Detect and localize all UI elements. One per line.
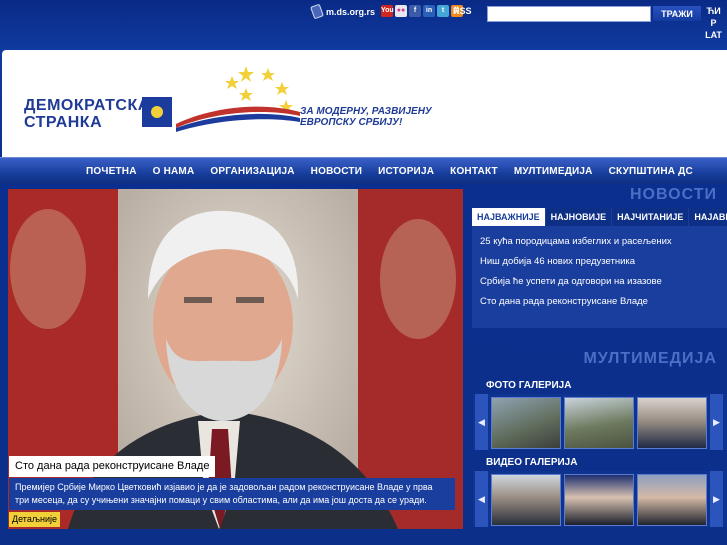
- mobile-site-label: m.ds.org.rs: [326, 6, 376, 17]
- news-tab[interactable]: НАЈНОВИЈЕ: [545, 208, 612, 226]
- nav-item[interactable]: О НАМА: [145, 166, 203, 177]
- news-tab[interactable]: НАЈВАЖНИЈЕ: [472, 208, 545, 226]
- nav-item[interactable]: СКУПШТИНА ДС: [601, 166, 701, 177]
- search-button[interactable]: ТРАЖИ: [653, 6, 701, 21]
- rss-link[interactable]: RSS: [453, 6, 472, 16]
- news-item[interactable]: Србија ће успети да одговори на изазове: [480, 272, 727, 292]
- feature-summary: Премијер Србије Мирко Цветковић изјавио …: [9, 478, 455, 510]
- feature-title[interactable]: Сто дана рада реконструисане Владе: [9, 456, 216, 477]
- logo-line-2: СТРАНКА: [24, 114, 103, 131]
- video-gallery-label[interactable]: ВИДЕО ГАЛЕРИЈА: [486, 457, 577, 468]
- top-bar: m.ds.org.rs You ●● f in t)) RSS ТРАЖИ ЋИ Р L…: [0, 0, 727, 50]
- twitter-icon[interactable]: t: [437, 5, 449, 17]
- photo-thumb[interactable]: [564, 397, 634, 449]
- party-logo[interactable]: ДЕМОКРАТСКА СТРАНКА: [24, 97, 150, 131]
- nav-items: ПОЧЕТНА О НАМА ОРГАНИЗАЦИЈА НОВОСТИ ИСТОРИЈА…: [78, 158, 701, 185]
- photo-gallery-label[interactable]: ФОТО ГАЛЕРИЈА: [486, 380, 571, 391]
- video-thumb[interactable]: [637, 474, 707, 526]
- news-box: НАЈВАЖНИЈЕНАЈНОВИЈЕНАЈЧИТАНИЈЕНАЈАВЕ 25 …: [472, 208, 727, 328]
- nav-item[interactable]: ОРГАНИЗАЦИЈА: [202, 166, 302, 177]
- photo-next-button[interactable]: ▶: [710, 394, 723, 450]
- youtube-icon[interactable]: You: [381, 5, 394, 17]
- right-column: НОВОСТИ НАЈВАЖНИЈЕ НАЈНОВИЈЕ НАЈЧИТАНИЈЕ НА…: [470, 184, 727, 545]
- lang-latin-link[interactable]: LAT: [700, 29, 727, 41]
- site-header: ДЕМОКРАТСКА СТРАНКА ЗА МОДЕРНУ, РАЗВИЈЕН…: [2, 50, 727, 157]
- video-prev-button[interactable]: ◀: [475, 471, 488, 527]
- video-thumb[interactable]: [491, 474, 561, 526]
- news-list: 25 кућа породицама избеглих и расељених Н…: [472, 226, 727, 312]
- mobile-site-link[interactable]: m.ds.org.rs: [310, 3, 376, 20]
- slogan-line-1: ЗА МОДЕРНУ, РАЗВИЈЕНУ: [300, 106, 432, 117]
- nav-item[interactable]: ПОЧЕТНА: [78, 166, 145, 177]
- lang-cyrillic-link[interactable]: ЋИ: [700, 5, 727, 17]
- search-input[interactable]: [487, 6, 651, 22]
- multimedia-section-title: МУЛТИМЕДИЈА: [583, 350, 717, 367]
- slogan: ЗА МОДЕРНУ, РАЗВИЈЕНУ ЕВРОПСКУ СРБИЈУ!: [300, 106, 432, 128]
- news-tab[interactable]: НАЈЧИТАНИЈЕ: [612, 208, 689, 226]
- photo-prev-button[interactable]: ◀: [475, 394, 488, 450]
- facebook-icon[interactable]: f: [409, 5, 421, 17]
- lang-cyrillic-link-part[interactable]: Р: [700, 17, 727, 29]
- news-section-title: НОВОСТИ: [629, 186, 717, 203]
- main-nav: ПОЧЕТНА О НАМА ОРГАНИЗАЦИЈА НОВОСТИ ИСТОРИЈА…: [0, 157, 727, 184]
- photo-thumb[interactable]: [637, 397, 707, 449]
- nav-item[interactable]: ИСТОРИЈА: [370, 166, 442, 177]
- mobile-phone-icon: [310, 3, 324, 20]
- news-item[interactable]: Сто дана рада реконструисане Владе: [480, 292, 727, 312]
- news-tabs: НАЈВАЖНИЈЕНАЈНОВИЈЕНАЈЧИТАНИЈЕНАЈАВЕ: [472, 208, 727, 226]
- flickr-icon[interactable]: ●●: [395, 5, 407, 17]
- video-gallery: ◀ ▶: [473, 471, 727, 527]
- nav-item[interactable]: КОНТАКТ: [442, 166, 506, 177]
- photo-gallery: ◀ ▶: [473, 394, 727, 450]
- video-thumb[interactable]: [564, 474, 634, 526]
- news-tab[interactable]: НАЈАВЕ: [689, 208, 727, 226]
- news-item[interactable]: Ниш добија 46 нових предузетника: [480, 252, 727, 272]
- stars-swoosh-icon: [176, 66, 300, 132]
- news-item[interactable]: 25 кућа породицама избеглих и расељених: [480, 232, 727, 252]
- myspace-icon[interactable]: in: [423, 5, 435, 17]
- logo-line-1: ДЕМОКРАТСКА: [24, 97, 150, 114]
- page: m.ds.org.rs You ●● f in t)) RSS ТРАЖИ ЋИ Р L…: [0, 0, 727, 545]
- slogan-line-2: ЕВРОПСКУ СРБИЈУ!: [300, 117, 403, 128]
- feature-more-button[interactable]: Детаљније: [9, 512, 60, 527]
- nav-item[interactable]: НОВОСТИ: [303, 166, 370, 177]
- language-switcher: ЋИ Р LAT: [700, 5, 727, 41]
- photo-thumb[interactable]: [491, 397, 561, 449]
- social-icons: You ●● f in t)): [381, 5, 463, 17]
- nav-item[interactable]: МУЛТИМЕДИЈА: [506, 166, 601, 177]
- video-next-button[interactable]: ▶: [710, 471, 723, 527]
- logo-emblem-icon: [142, 97, 172, 127]
